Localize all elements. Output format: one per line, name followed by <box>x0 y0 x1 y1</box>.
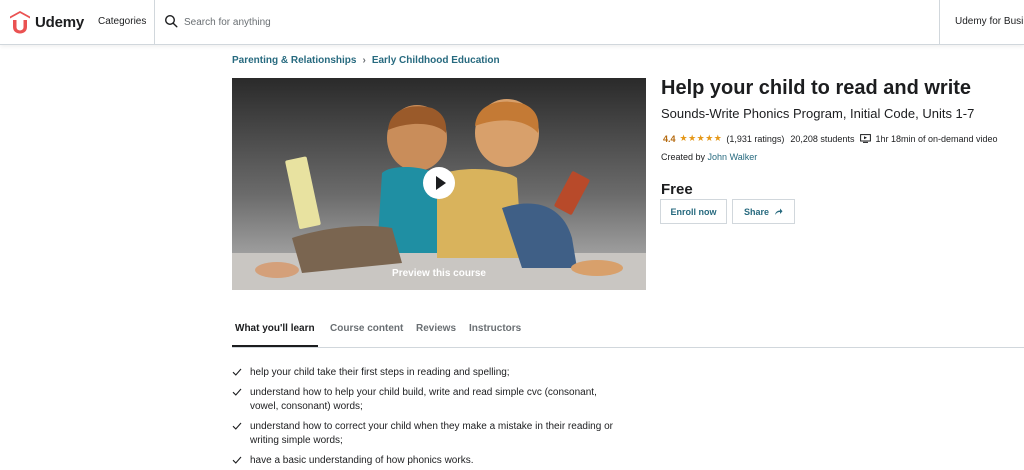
list-item: have a basic understanding of how phonic… <box>232 454 632 468</box>
students-count: 20,208 students <box>790 133 855 144</box>
course-meta: 4.4 ★★★★★ (1,931 ratings) 20,208 student… <box>663 133 998 144</box>
check-icon <box>232 422 242 430</box>
search-icon[interactable] <box>164 14 178 28</box>
learning-objective-text: understand how to help your child build,… <box>250 387 597 412</box>
preview-course-label[interactable]: Preview this course <box>232 268 646 279</box>
course-tabs: What you'll learn Course content Reviews… <box>232 318 1024 348</box>
breadcrumb: Parenting & Relationships › Early Childh… <box>232 55 500 66</box>
created-by: Created by John Walker <box>661 152 757 162</box>
check-icon <box>232 388 242 396</box>
video-length: 1hr 18min of on-demand video <box>875 133 998 144</box>
breadcrumb-separator-icon: › <box>362 55 366 66</box>
list-item: understand how to help your child build,… <box>232 386 632 414</box>
tab-reviews[interactable]: Reviews <box>416 323 456 334</box>
course-title: Help your child to read and write <box>661 77 972 99</box>
course-subtitle: Sounds-Write Phonics Program, Initial Co… <box>661 106 975 121</box>
share-label: Share <box>743 206 769 217</box>
learning-objectives-list: help your child take their first steps i… <box>232 366 632 470</box>
top-navigation-bar: Udemy Categories Udemy for Business <box>0 0 1024 45</box>
instructor-link[interactable]: John Walker <box>708 152 758 162</box>
search-input[interactable] <box>184 14 484 30</box>
categories-menu[interactable]: Categories <box>98 16 146 27</box>
list-item: help your child take their first steps i… <box>232 366 632 380</box>
ratings-count[interactable]: (1,931 ratings) <box>726 134 784 144</box>
breadcrumb-item-early-childhood[interactable]: Early Childhood Education <box>372 55 500 66</box>
active-tab-indicator <box>232 345 318 347</box>
enroll-button[interactable]: Enroll now <box>660 199 727 224</box>
share-arrow-icon <box>775 208 783 215</box>
learning-objective-text: understand how to correct your child whe… <box>250 421 613 446</box>
learning-objective-text: help your child take their first steps i… <box>250 367 510 378</box>
udemy-for-business-link[interactable]: Udemy for Business <box>955 16 1024 27</box>
check-icon <box>232 456 242 464</box>
rating-value: 4.4 <box>663 133 676 144</box>
breadcrumb-item-parenting[interactable]: Parenting & Relationships <box>232 55 356 66</box>
tab-course-content[interactable]: Course content <box>330 323 403 334</box>
check-icon <box>232 368 242 376</box>
logo-text: Udemy <box>35 13 85 31</box>
star-rating-icon: ★★★★★ <box>679 133 723 143</box>
share-button[interactable]: Share <box>732 199 795 224</box>
list-item: understand how to correct your child whe… <box>232 420 632 448</box>
course-price: Free <box>661 181 693 198</box>
tab-instructors[interactable]: Instructors <box>469 323 521 334</box>
udemy-logo[interactable]: Udemy <box>8 9 84 35</box>
tab-what-youll-learn[interactable]: What you'll learn <box>235 323 315 334</box>
play-icon[interactable] <box>423 167 455 199</box>
header-divider <box>939 0 940 45</box>
learning-objective-text: have a basic understanding of how phonic… <box>250 455 474 466</box>
video-icon <box>860 134 872 143</box>
udemy-logo-icon <box>10 11 30 34</box>
course-preview-video[interactable]: Preview this course <box>232 78 646 290</box>
created-by-label: Created by <box>661 152 706 162</box>
header-divider <box>154 0 155 45</box>
